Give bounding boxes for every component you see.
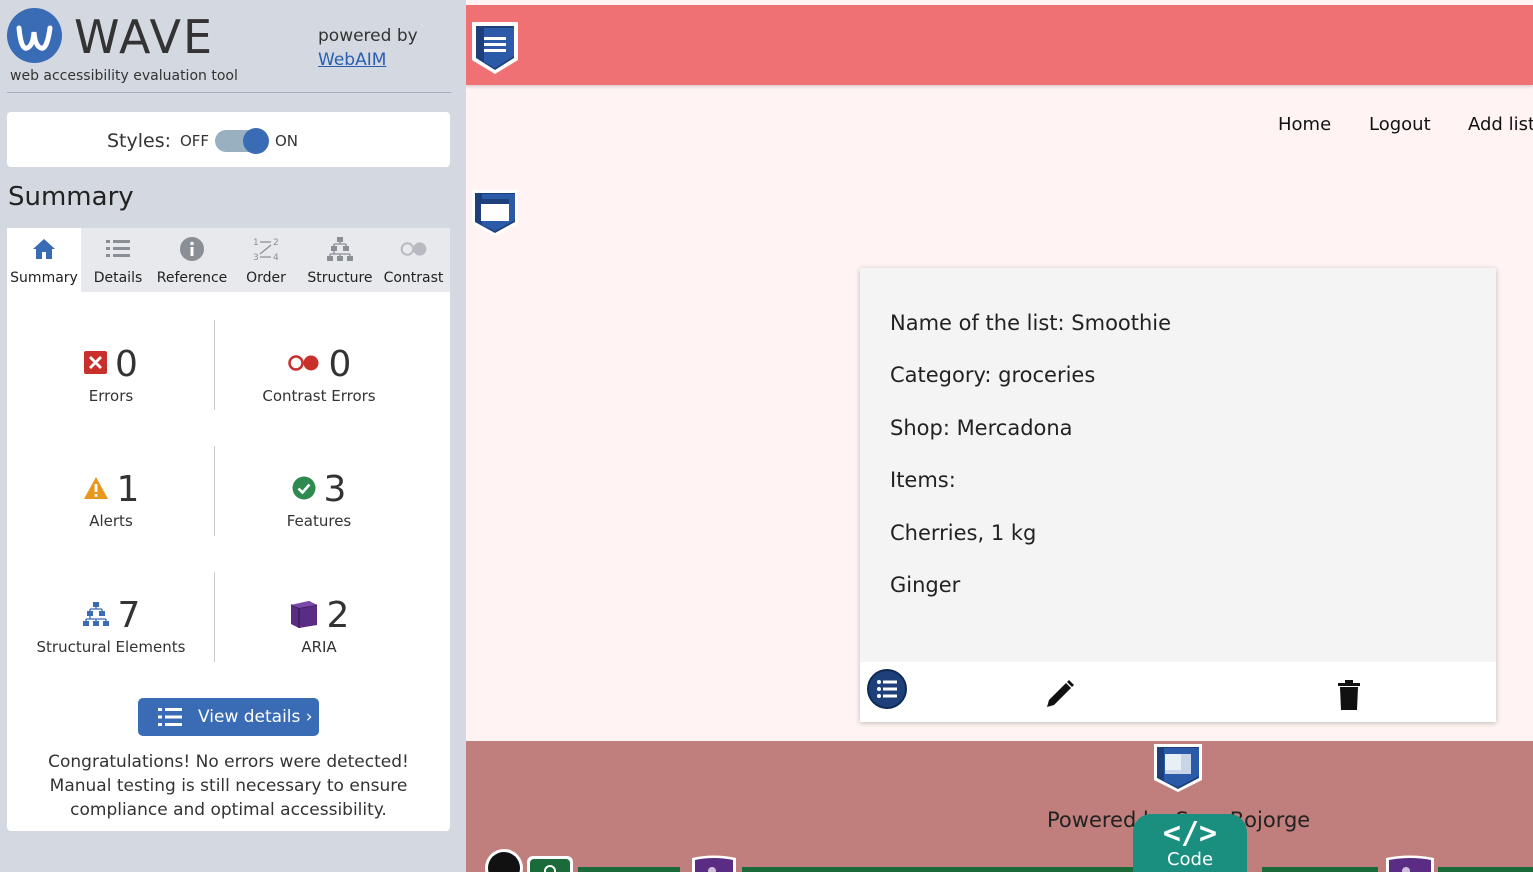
tab-label: Contrast [383, 270, 444, 286]
alerts-stat: 1 Alerts [7, 469, 215, 530]
aria-cube-icon[interactable] [690, 855, 738, 872]
tab-label: Order [246, 270, 286, 286]
nav-add-list-link[interactable]: Add list [1468, 114, 1533, 135]
wave-title: WAVE [74, 10, 215, 64]
divider [742, 867, 1133, 872]
styles-toggle[interactable] [215, 128, 269, 154]
list-item: Ginger [890, 573, 961, 597]
powered-by-text: powered by [318, 26, 418, 46]
errors-label: Errors [88, 387, 134, 405]
github-icon[interactable] [484, 848, 524, 872]
info-icon [178, 236, 206, 262]
tab-details[interactable]: Details [81, 228, 155, 292]
header-bar [466, 5, 1533, 85]
styles-toggle-panel: Styles: OFF ON [7, 112, 450, 167]
page-under-test: Home Logout Add list Name of the list: S… [466, 0, 1533, 872]
summary-heading: Summary [8, 182, 134, 212]
list-icon [158, 708, 182, 731]
structural-label: Structural Elements [36, 638, 186, 656]
features-count: 3 [323, 469, 347, 510]
svg-text:1: 1 [253, 238, 259, 248]
tab-structure[interactable]: Structure [303, 228, 377, 292]
aria-cube-icon[interactable] [1384, 855, 1436, 872]
code-button[interactable]: </> Code [1133, 814, 1247, 872]
aria-cube-icon [289, 599, 319, 633]
contrast-errors-stat: 0 Contrast Errors [215, 344, 423, 405]
pencil-icon[interactable] [1044, 678, 1076, 714]
nav-home-link[interactable]: Home [1278, 114, 1331, 135]
list-item: Cherries, 1 kg [890, 521, 1037, 545]
toggle-knob [243, 128, 269, 154]
trash-icon[interactable] [1336, 679, 1362, 715]
list-name: Name of the list: Smoothie [890, 311, 1172, 335]
divider [1438, 867, 1533, 872]
features-label: Features [286, 512, 352, 530]
tab-label: Reference [156, 270, 228, 286]
aria-count: 2 [326, 595, 350, 636]
webaim-link[interactable]: WebAIM [318, 50, 386, 70]
alert-triangle-icon [83, 476, 109, 504]
page-footer [466, 741, 1533, 872]
footer-region-icon[interactable] [1152, 742, 1202, 794]
styles-label: Styles: [107, 130, 172, 152]
nav-logout-link[interactable]: Logout [1369, 114, 1431, 135]
code-label: Code [1166, 849, 1214, 870]
home-icon [30, 236, 58, 262]
tab-contrast[interactable]: Contrast [377, 228, 450, 292]
view-details-button[interactable]: View details › [138, 698, 319, 736]
contrast-errors-label: Contrast Errors [262, 387, 376, 405]
contrast-error-icon [287, 354, 321, 376]
list-items-heading: Items: [890, 468, 956, 492]
list-category: Category: groceries [890, 363, 1096, 387]
divider [1262, 867, 1378, 872]
summary-panel: 0 Errors 0 Contrast Errors 1 Alerts 3 Fe… [7, 292, 450, 831]
code-icon: </> [1162, 816, 1218, 851]
structure-icon [82, 601, 110, 631]
order-icon: 1 2 3 4 [252, 236, 280, 262]
tab-reference[interactable]: Reference [155, 228, 229, 292]
view-details-label: View details › [198, 707, 313, 727]
congrats-message: Congratulations! No errors were detected… [48, 752, 409, 820]
alerts-label: Alerts [89, 512, 133, 530]
svg-text:2: 2 [273, 238, 279, 248]
errors-stat: 0 Errors [7, 344, 215, 405]
aria-label: ARIA [301, 638, 337, 656]
list-icon [104, 236, 132, 262]
features-stat: 3 Features [215, 469, 423, 530]
error-x-icon [84, 351, 108, 378]
divider [578, 867, 680, 872]
tab-summary[interactable]: Summary [7, 228, 81, 292]
tab-label: Summary [10, 270, 78, 286]
wave-subtitle: web accessibility evaluation tool [10, 68, 238, 84]
svg-text:4: 4 [273, 253, 279, 262]
list-icon[interactable] [867, 669, 909, 715]
structural-count: 7 [117, 595, 141, 636]
contrast-icon [400, 236, 428, 262]
contrast-errors-count: 0 [328, 344, 352, 385]
list-shop: Shop: Mercadona [890, 416, 1073, 440]
alerts-count: 1 [116, 469, 140, 510]
divider [7, 92, 451, 93]
header-structure-icon[interactable] [470, 20, 518, 74]
main-region-icon[interactable] [470, 188, 518, 240]
structure-icon [326, 236, 354, 262]
list-card: Name of the list: Smoothie Category: gro… [860, 268, 1496, 722]
check-circle-icon [292, 476, 316, 504]
svg-text:3: 3 [253, 253, 259, 262]
errors-count: 0 [115, 344, 138, 385]
aria-stat: 2 ARIA [215, 595, 423, 656]
tab-label: Structure [307, 270, 373, 286]
linkedin-icon[interactable] [526, 855, 574, 872]
tab-label: Details [93, 270, 143, 286]
wave-tabs: Summary Details Reference 1 2 3 4 Order Str… [7, 228, 450, 292]
card-actions [860, 662, 1496, 722]
structural-elements-stat: 7 Structural Elements [7, 595, 215, 656]
wave-logo-icon [7, 8, 62, 63]
wave-sidebar: WAVE web accessibility evaluation tool p… [0, 0, 466, 872]
styles-off-label: OFF [180, 132, 210, 150]
styles-on-label: ON [275, 132, 299, 150]
tab-order[interactable]: 1 2 3 4 Order [229, 228, 303, 292]
